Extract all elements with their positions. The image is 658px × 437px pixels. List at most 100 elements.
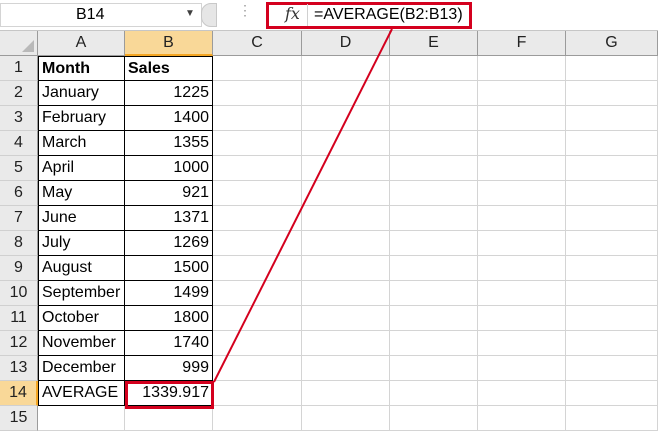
cell-c11[interactable] [213, 306, 302, 331]
cell-d1[interactable] [302, 56, 390, 81]
cell-b5[interactable]: 1000 [125, 156, 213, 181]
cell-a10[interactable]: September [38, 281, 125, 306]
cell-d12[interactable] [302, 331, 390, 356]
row-header-9[interactable]: 9 [0, 256, 38, 281]
row-header-11[interactable]: 11 [0, 306, 38, 331]
cell-e12[interactable] [390, 331, 478, 356]
cell-g4[interactable] [566, 131, 658, 156]
cell-b6[interactable]: 921 [125, 181, 213, 206]
cell-g6[interactable] [566, 181, 658, 206]
cell-e10[interactable] [390, 281, 478, 306]
cell-b9[interactable]: 1500 [125, 256, 213, 281]
cell-f7[interactable] [478, 206, 566, 231]
row-header-14[interactable]: 14 [0, 381, 38, 406]
cell-e2[interactable] [390, 81, 478, 106]
cell-a15[interactable] [38, 406, 125, 431]
cell-d14[interactable] [302, 381, 390, 406]
cell-d2[interactable] [302, 81, 390, 106]
cell-a7[interactable]: June [38, 206, 125, 231]
cell-f11[interactable] [478, 306, 566, 331]
row-header-12[interactable]: 12 [0, 331, 38, 356]
cell-d13[interactable] [302, 356, 390, 381]
row-header-6[interactable]: 6 [0, 181, 38, 206]
cell-b11[interactable]: 1800 [125, 306, 213, 331]
row-header-8[interactable]: 8 [0, 231, 38, 256]
cell-f12[interactable] [478, 331, 566, 356]
cell-a13[interactable]: December [38, 356, 125, 381]
cell-c8[interactable] [213, 231, 302, 256]
cell-g3[interactable] [566, 106, 658, 131]
cell-a3[interactable]: February [38, 106, 125, 131]
cell-b2[interactable]: 1225 [125, 81, 213, 106]
cell-a8[interactable]: July [38, 231, 125, 256]
chevron-down-icon[interactable]: ▼ [185, 8, 195, 19]
cell-c13[interactable] [213, 356, 302, 381]
cell-f8[interactable] [478, 231, 566, 256]
cell-d9[interactable] [302, 256, 390, 281]
cell-f3[interactable] [478, 106, 566, 131]
row-header-1[interactable]: 1 [0, 56, 38, 81]
cell-c1[interactable] [213, 56, 302, 81]
cell-d15[interactable] [302, 406, 390, 431]
cell-d10[interactable] [302, 281, 390, 306]
cell-g12[interactable] [566, 331, 658, 356]
cell-g14[interactable] [566, 381, 658, 406]
cell-e6[interactable] [390, 181, 478, 206]
cell-c2[interactable] [213, 81, 302, 106]
cell-b3[interactable]: 1400 [125, 106, 213, 131]
cell-a9[interactable]: August [38, 256, 125, 281]
cell-b1[interactable]: Sales [125, 56, 213, 81]
cell-c4[interactable] [213, 131, 302, 156]
column-header-c[interactable]: C [213, 31, 302, 56]
cell-f15[interactable] [478, 406, 566, 431]
row-header-4[interactable]: 4 [0, 131, 38, 156]
cell-e5[interactable] [390, 156, 478, 181]
insert-function-icon[interactable]: fx [285, 4, 300, 23]
cell-g9[interactable] [566, 256, 658, 281]
cell-g5[interactable] [566, 156, 658, 181]
cell-d8[interactable] [302, 231, 390, 256]
cell-c15[interactable] [213, 406, 302, 431]
column-header-g[interactable]: G [566, 31, 658, 56]
cell-a11[interactable]: October [38, 306, 125, 331]
row-header-2[interactable]: 2 [0, 81, 38, 106]
formula-input[interactable]: =AVERAGE(B2:B13) [314, 6, 463, 24]
cell-a1[interactable]: Month [38, 56, 125, 81]
cell-f13[interactable] [478, 356, 566, 381]
cell-c5[interactable] [213, 156, 302, 181]
cell-g10[interactable] [566, 281, 658, 306]
row-header-13[interactable]: 13 [0, 356, 38, 381]
cell-g13[interactable] [566, 356, 658, 381]
cell-e8[interactable] [390, 231, 478, 256]
cell-e9[interactable] [390, 256, 478, 281]
cell-c14[interactable] [213, 381, 302, 406]
cell-f14[interactable] [478, 381, 566, 406]
cell-e14[interactable] [390, 381, 478, 406]
cell-g7[interactable] [566, 206, 658, 231]
column-header-d[interactable]: D [302, 31, 390, 56]
cell-c6[interactable] [213, 181, 302, 206]
cell-e15[interactable] [390, 406, 478, 431]
row-header-3[interactable]: 3 [0, 106, 38, 131]
cell-d7[interactable] [302, 206, 390, 231]
cell-e4[interactable] [390, 131, 478, 156]
cell-f5[interactable] [478, 156, 566, 181]
cell-c10[interactable] [213, 281, 302, 306]
cell-f10[interactable] [478, 281, 566, 306]
name-box[interactable]: B14 ▼ [0, 3, 202, 27]
cell-c9[interactable] [213, 256, 302, 281]
cell-c7[interactable] [213, 206, 302, 231]
cell-e3[interactable] [390, 106, 478, 131]
cell-d5[interactable] [302, 156, 390, 181]
cell-g11[interactable] [566, 306, 658, 331]
cell-a5[interactable]: April [38, 156, 125, 181]
cell-f6[interactable] [478, 181, 566, 206]
select-all-button[interactable] [0, 31, 38, 56]
cell-f4[interactable] [478, 131, 566, 156]
cell-g1[interactable] [566, 56, 658, 81]
cell-c3[interactable] [213, 106, 302, 131]
column-header-a[interactable]: A [38, 31, 125, 56]
row-header-15[interactable]: 15 [0, 406, 38, 431]
formula-bar-resize-handle[interactable] [201, 3, 217, 27]
cell-b10[interactable]: 1499 [125, 281, 213, 306]
